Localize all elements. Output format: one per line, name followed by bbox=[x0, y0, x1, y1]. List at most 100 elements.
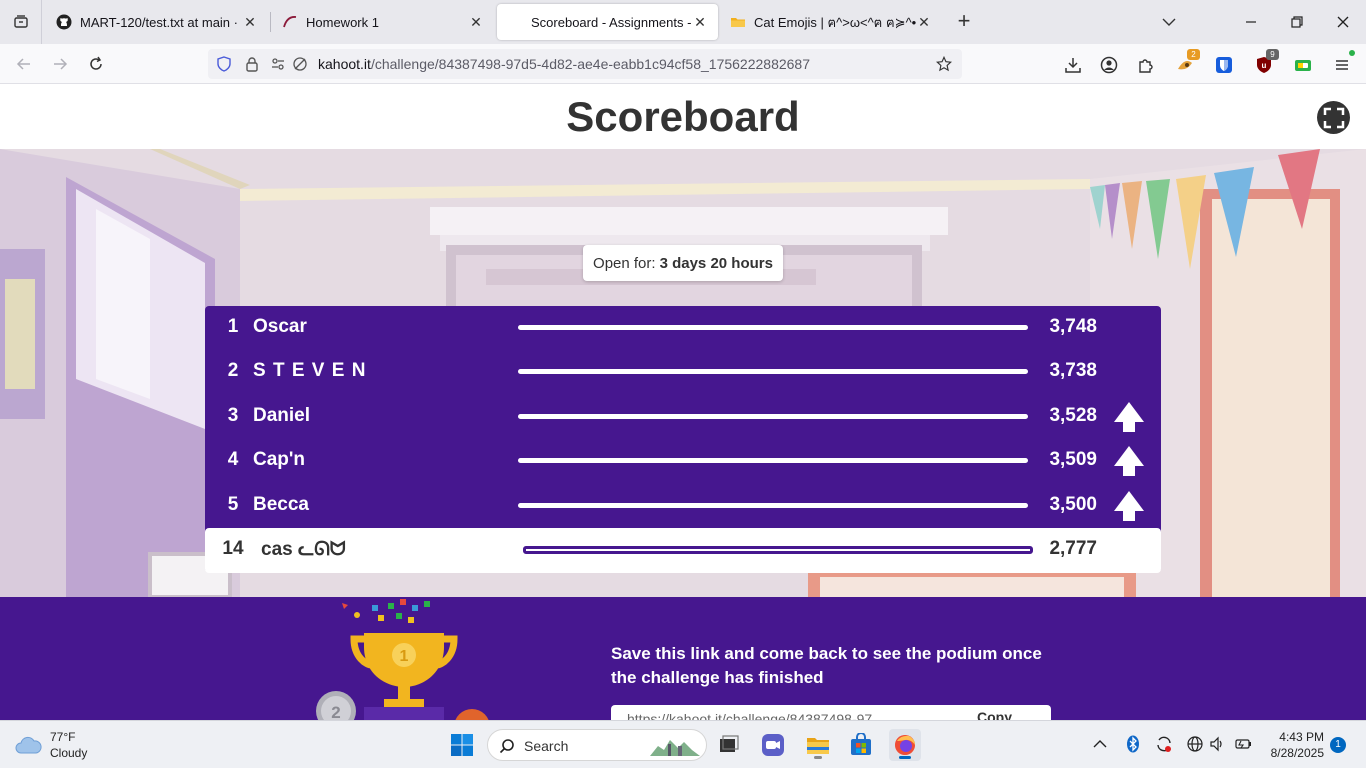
firefox-icon bbox=[895, 735, 915, 755]
plus-icon: + bbox=[957, 8, 971, 33]
store-button[interactable] bbox=[845, 729, 877, 761]
challenge-link-input[interactable]: https://kahoot.it/challenge/84387498-97 bbox=[627, 711, 967, 720]
globe-icon bbox=[1187, 736, 1203, 752]
reload-icon bbox=[90, 56, 102, 70]
close-icon[interactable]: ✕ bbox=[468, 14, 484, 31]
system-clock[interactable]: 4:43 PM 8/28/2025 bbox=[1266, 729, 1324, 761]
ublock-button[interactable]: u 9 bbox=[1253, 49, 1279, 76]
account-button[interactable] bbox=[1098, 54, 1120, 76]
close-icon[interactable]: ✕ bbox=[916, 14, 932, 31]
weather-desc: Cloudy bbox=[50, 746, 88, 760]
search-highlight-icon bbox=[650, 740, 700, 756]
tab-homework[interactable]: Homework 1 ✕ bbox=[272, 0, 494, 44]
open-for-label: Open for: bbox=[593, 254, 656, 272]
tab-scoreboard[interactable]: Scoreboard - Assignments - Kal ✕ bbox=[497, 4, 718, 40]
second-place-number: 2 bbox=[331, 703, 340, 720]
volume-tray-icon[interactable] bbox=[1208, 735, 1226, 753]
start-button[interactable] bbox=[446, 729, 478, 761]
my-leaderboard-row: 14 cas ᓚᘏᗢ 2,777 bbox=[205, 528, 1161, 573]
weather-temp: 77°F bbox=[50, 730, 76, 744]
task-view-icon bbox=[720, 735, 739, 752]
leaderboard-row: 2 S T E V E N 3,738 bbox=[205, 350, 1161, 394]
extension-c-button[interactable] bbox=[1292, 54, 1314, 76]
download-icon bbox=[1065, 58, 1081, 73]
score-bar bbox=[523, 546, 1033, 554]
arrow-left-icon bbox=[16, 58, 30, 70]
player-score: 3,528 bbox=[1049, 405, 1097, 426]
folder-icon bbox=[807, 738, 829, 754]
restore-button[interactable] bbox=[1274, 0, 1320, 44]
downloads-button[interactable] bbox=[1062, 54, 1084, 76]
player-name: Daniel bbox=[253, 405, 311, 426]
task-view-button[interactable] bbox=[712, 729, 744, 761]
forward-button[interactable] bbox=[48, 52, 72, 76]
leaderboard-row: 4 Cap'n 3,509 bbox=[205, 439, 1161, 483]
score-bar bbox=[518, 325, 1028, 330]
tracking-protection-icon[interactable] bbox=[292, 56, 308, 72]
minimize-icon bbox=[1246, 21, 1256, 23]
tab-github[interactable]: MART-120/test.txt at main · sea ✕ bbox=[46, 0, 268, 44]
weather-widget[interactable]: 77°F Cloudy bbox=[14, 729, 87, 761]
network-tray-icon[interactable] bbox=[1186, 735, 1204, 753]
score-bar bbox=[518, 369, 1028, 374]
new-tab-button[interactable]: + bbox=[952, 10, 976, 34]
file-explorer-button[interactable] bbox=[802, 729, 834, 761]
sync-icon bbox=[1157, 736, 1171, 752]
sync-tray-icon[interactable] bbox=[1155, 735, 1173, 753]
trophy-number: 1 bbox=[400, 648, 409, 665]
notification-badge[interactable]: 1 bbox=[1330, 737, 1346, 753]
show-hidden-icons-button[interactable] bbox=[1091, 735, 1109, 753]
player-name: S T E V E N bbox=[253, 360, 367, 381]
kahoot-page: Scoreboard Open for: 3 days 20 hours 1 O… bbox=[0, 85, 1366, 720]
menu-button[interactable] bbox=[1331, 50, 1355, 76]
player-rank: 5 bbox=[227, 494, 239, 515]
open-for-badge: Open for: 3 days 20 hours bbox=[583, 245, 783, 281]
url-text[interactable]: kahoot.it/challenge/84387498-97d5-4d82-a… bbox=[318, 56, 810, 72]
clock-date: 8/28/2025 bbox=[1270, 746, 1324, 760]
teams-meet-button[interactable] bbox=[757, 729, 789, 761]
tab-list-button[interactable] bbox=[0, 0, 42, 44]
extension-a-button[interactable]: 2 bbox=[1174, 49, 1200, 76]
update-dot bbox=[1349, 50, 1355, 56]
leaderboard-row: 1 Oscar 3,748 bbox=[205, 306, 1161, 350]
video-chat-icon bbox=[762, 734, 784, 756]
close-icon bbox=[1337, 16, 1349, 28]
shield-icon[interactable] bbox=[216, 56, 232, 72]
tab-bar: MART-120/test.txt at main · sea ✕ Homewo… bbox=[0, 0, 1366, 44]
chevron-up-icon bbox=[1093, 740, 1107, 748]
close-window-button[interactable] bbox=[1320, 0, 1366, 44]
player-name: Oscar bbox=[253, 316, 307, 337]
bluetooth-tray-icon[interactable] bbox=[1124, 735, 1142, 753]
permissions-icon[interactable] bbox=[270, 56, 286, 72]
url-bar[interactable]: kahoot.it/challenge/84387498-97d5-4d82-a… bbox=[208, 49, 962, 79]
player-score: 3,738 bbox=[1049, 360, 1097, 381]
minimize-button[interactable] bbox=[1228, 0, 1274, 44]
extensions-button[interactable] bbox=[1135, 54, 1157, 76]
restore-icon bbox=[1291, 16, 1303, 28]
list-all-tabs-button[interactable] bbox=[1146, 0, 1192, 44]
tab-title: Scoreboard - Assignments - Kal bbox=[531, 14, 692, 30]
bookmark-star-icon[interactable] bbox=[936, 55, 952, 72]
fullscreen-button[interactable] bbox=[1317, 101, 1350, 134]
rank-up-arrow-icon bbox=[1114, 491, 1144, 521]
open-for-value: 3 days 20 hours bbox=[659, 254, 773, 272]
player-rank: 14 bbox=[222, 538, 244, 559]
close-icon[interactable]: ✕ bbox=[242, 14, 258, 31]
tab-cat-emojis[interactable]: Cat Emojis | ฅ^>ω<^ฅ ฅ≽^•⩊• ✕ bbox=[720, 0, 942, 44]
close-icon[interactable]: ✕ bbox=[692, 14, 708, 31]
leaderboard-row: 5 Becca 3,500 bbox=[205, 484, 1161, 528]
player-rank: 3 bbox=[227, 405, 239, 426]
copy-link-button[interactable]: Copy bbox=[977, 709, 1012, 720]
windows-taskbar: 77°F Cloudy Search 4:43 PM 8/28/2025 1 bbox=[0, 720, 1366, 768]
folder-icon bbox=[730, 14, 746, 30]
reload-button[interactable] bbox=[84, 52, 108, 76]
tab-title: Homework 1 bbox=[306, 14, 379, 30]
puzzle-icon bbox=[1139, 59, 1153, 73]
back-button[interactable] bbox=[12, 52, 36, 76]
taskbar-search[interactable]: Search bbox=[487, 729, 707, 761]
firefox-button[interactable] bbox=[889, 729, 921, 761]
battery-tray-icon[interactable] bbox=[1234, 735, 1252, 753]
lock-icon[interactable] bbox=[244, 56, 260, 72]
bitwarden-button[interactable] bbox=[1213, 54, 1235, 76]
rank-up-arrow-icon bbox=[1114, 446, 1144, 476]
